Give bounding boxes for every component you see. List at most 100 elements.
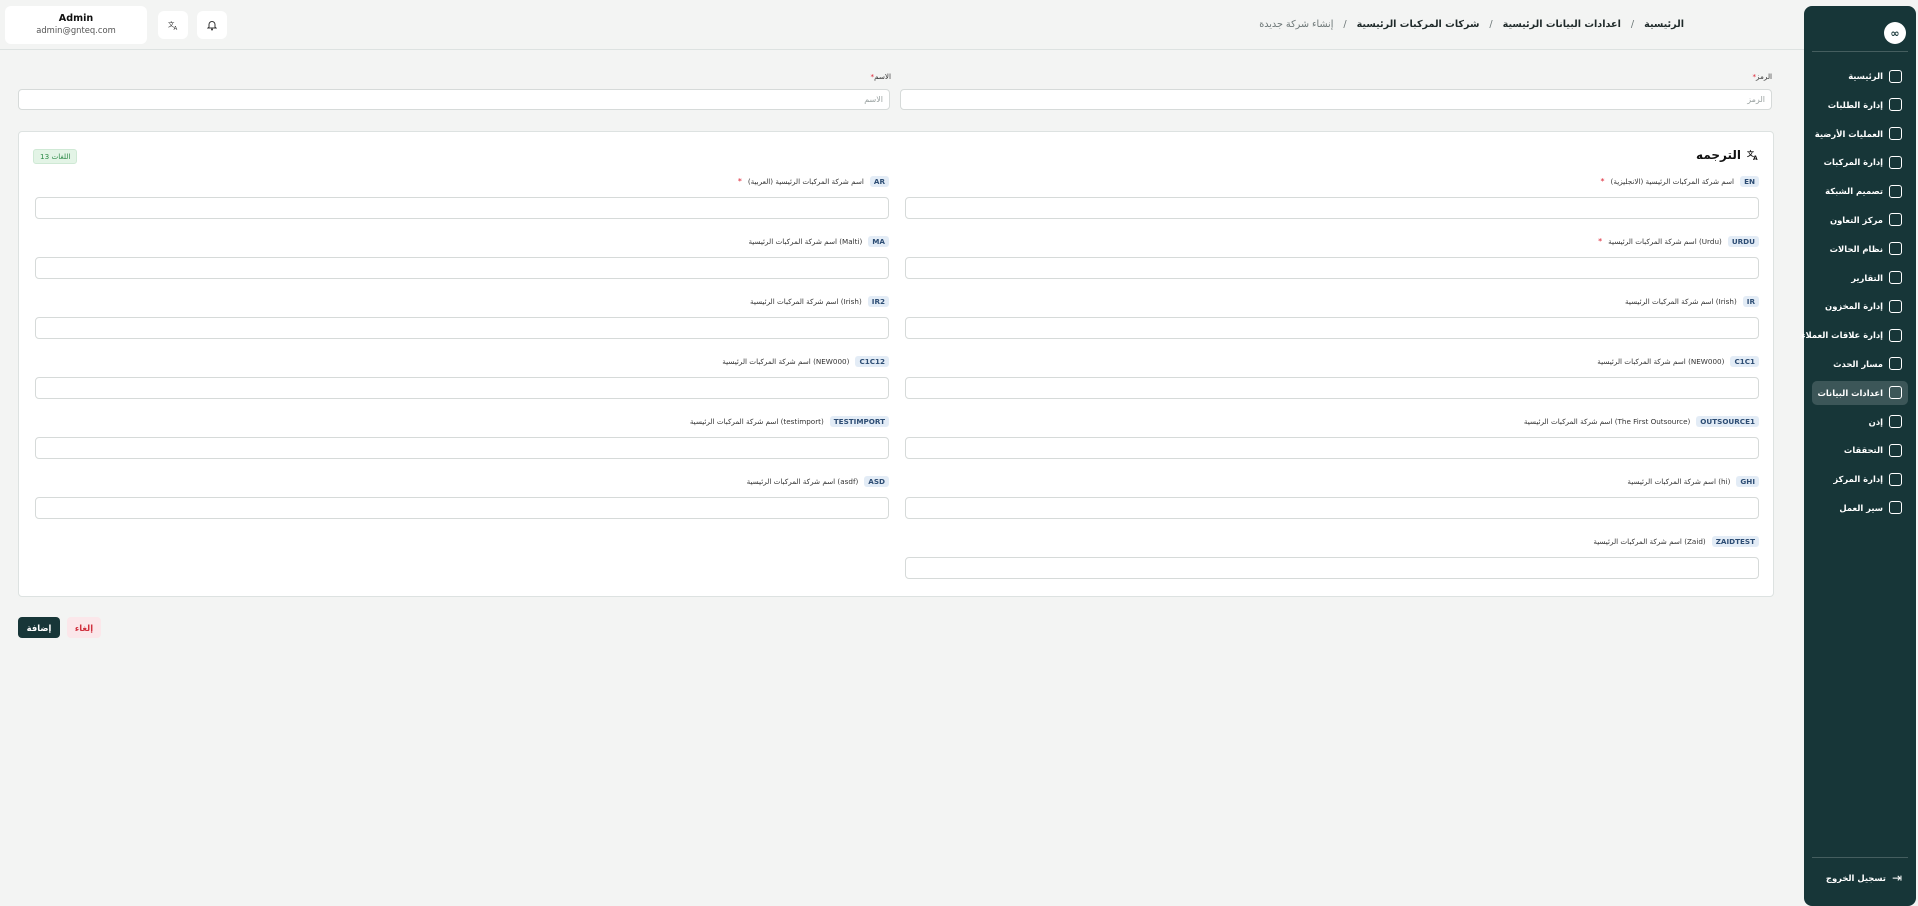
- language-badge: AR: [869, 175, 889, 187]
- sidebar-item-label: تصميم الشبكة: [1825, 186, 1883, 197]
- sidebar-item[interactable]: التقارير: [1812, 266, 1908, 290]
- orders-icon: [1889, 98, 1902, 112]
- required-marker: *: [1600, 176, 1605, 186]
- sidebar-item[interactable]: إدارة علاقات العملاء: [1801, 323, 1908, 347]
- required-marker: *: [737, 176, 742, 186]
- translation-title: 文A الترجمه: [1696, 148, 1758, 162]
- sidebar-item[interactable]: إدارة المركز: [1812, 467, 1908, 491]
- sidebar-item[interactable]: إدارة المخزون: [1812, 294, 1908, 318]
- translation-field-testimport: TESTIMPORT اسم شركة المركبات الرئيسية (t…: [35, 415, 889, 459]
- language-badge: C1C1: [1730, 355, 1759, 367]
- workflow-icon: [1889, 501, 1902, 515]
- sidebar-item[interactable]: العمليات الأرضية: [1812, 122, 1908, 146]
- translation-field-ar: AR اسم شركة المركبات الرئيسية (العربية) …: [35, 175, 889, 219]
- sidebar-item[interactable]: الرئيسية: [1812, 64, 1908, 88]
- sidebar-item[interactable]: إدارة الطلبات: [1812, 93, 1908, 117]
- sidebar-item-label: مسار الحدث: [1833, 358, 1883, 369]
- sidebar-item[interactable]: تصميم الشبكة: [1812, 179, 1908, 203]
- translation-field-ir: IR اسم شركة المركبات الرئيسية (Irish): [905, 295, 1759, 339]
- translation-input-urdu[interactable]: [905, 257, 1759, 279]
- sidebar-item[interactable]: إذن: [1812, 410, 1908, 434]
- field-label: اسم شركة المركبات الرئيسية (asdf): [746, 476, 859, 486]
- sidebar-item-label: إدارة المخزون: [1825, 301, 1883, 312]
- breadcrumb-data-settings[interactable]: اعدادات البيانات الرئيسية: [1503, 19, 1621, 30]
- code-label: *الرمز: [1752, 72, 1772, 81]
- field-label: اسم شركة المركبات الرئيسية (NEW000): [1597, 356, 1725, 366]
- language-badge: OUTSOURCE1: [1696, 415, 1759, 427]
- logout-button[interactable]: ⇥ تسجيل الخروج: [1812, 866, 1908, 890]
- collab-icon: [1889, 213, 1902, 227]
- translation-input-asd[interactable]: [35, 497, 889, 519]
- sidebar-item-label: العمليات الأرضية: [1814, 128, 1883, 139]
- svg-text:A: A: [173, 26, 177, 31]
- code-input[interactable]: الرمز: [900, 89, 1772, 110]
- language-badge: MA: [868, 235, 889, 247]
- sidebar-item-label: اعدادات البيانات: [1817, 387, 1883, 398]
- logout-icon: ⇥: [1891, 871, 1902, 885]
- language-badge: EN: [1740, 175, 1759, 187]
- sidebar-nav: الرئيسية إدارة الطلبات العمليات الأرضية إدا…: [1801, 64, 1908, 525]
- validation-icon: [1889, 443, 1902, 457]
- translation-field-ma: MA اسم شركة المركبات الرئيسية (Malti): [35, 235, 889, 279]
- logo-icon[interactable]: ∞: [1884, 22, 1906, 44]
- translation-input-outsource1[interactable]: [905, 437, 1759, 459]
- translation-input-testimport[interactable]: [35, 437, 889, 459]
- add-button[interactable]: إضافة: [18, 617, 60, 638]
- sidebar-item[interactable]: إدارة المركبات: [1812, 150, 1908, 174]
- language-badge: GHI: [1736, 475, 1759, 487]
- translate-icon: 文A: [1747, 149, 1758, 161]
- crm-icon: [1889, 328, 1902, 342]
- breadcrumb-separator: /: [1489, 19, 1493, 30]
- sidebar-item[interactable]: نظام الحالات: [1812, 237, 1908, 261]
- translation-input-zaidtest[interactable]: [905, 557, 1759, 579]
- field-label: اسم شركة المركبات الرئيسية (Urdu): [1608, 236, 1722, 246]
- sidebar-item[interactable]: مركز التعاون: [1812, 208, 1908, 232]
- breadcrumb-separator: /: [1343, 19, 1347, 30]
- center-icon: [1889, 472, 1902, 486]
- sidebar-item[interactable]: سير العمل: [1812, 496, 1908, 520]
- translation-input-c1c1[interactable]: [905, 377, 1759, 399]
- translation-input-en[interactable]: [905, 197, 1759, 219]
- breadcrumb-home[interactable]: الرئيسية: [1644, 19, 1684, 30]
- user-card[interactable]: Admin admin@gnteq.com: [5, 6, 147, 44]
- translation-input-ghi[interactable]: [905, 497, 1759, 519]
- translate-icon[interactable]: 文A: [158, 11, 188, 39]
- status-icon: [1889, 242, 1902, 256]
- bell-icon[interactable]: [197, 11, 227, 39]
- translation-field-ghi: GHI اسم شركة المركبات الرئيسية (hi): [905, 475, 1759, 519]
- field-label: اسم شركة المركبات الرئيسية (Zaid): [1593, 536, 1706, 546]
- translation-input-ma[interactable]: [35, 257, 889, 279]
- reports-icon: [1889, 271, 1902, 285]
- translation-input-ar[interactable]: [35, 197, 889, 219]
- cancel-button[interactable]: إلغاء: [67, 617, 101, 638]
- field-label: اسم شركة المركبات الرئيسية (Irish): [749, 296, 862, 306]
- sidebar-item-label: سير العمل: [1839, 502, 1883, 513]
- translation-field-en: EN اسم شركة المركبات الرئيسية (الانجليزي…: [905, 175, 1759, 219]
- sidebar-item-label: الرئيسية: [1848, 71, 1883, 81]
- field-label: اسم شركة المركبات الرئيسية (العربية): [747, 176, 864, 186]
- translation-field-c1c12: C1C12 اسم شركة المركبات الرئيسية (NEW000…: [35, 355, 889, 399]
- sidebar-item[interactable]: اعدادات البيانات: [1812, 380, 1908, 405]
- translation-input-c1c12[interactable]: [35, 377, 889, 399]
- sidebar-item[interactable]: التحققات: [1812, 438, 1908, 462]
- name-input[interactable]: الاسم: [18, 89, 890, 110]
- truck-icon: [1889, 155, 1902, 169]
- field-label: اسم شركة المركبات الرئيسية (NEW000): [722, 356, 850, 366]
- language-badge: C1C12: [855, 355, 889, 367]
- breadcrumb-vehicle-companies[interactable]: شركات المركبات الرئيسية: [1357, 19, 1480, 30]
- translation-input-ir[interactable]: [905, 317, 1759, 339]
- language-badge: ASD: [864, 475, 889, 487]
- translation-field-c1c1: C1C1 اسم شركة المركبات الرئيسية (NEW000): [905, 355, 1759, 399]
- sidebar-item[interactable]: مسار الحدث: [1812, 352, 1908, 376]
- sidebar-item-label: التقارير: [1851, 272, 1883, 283]
- user-email: admin@gnteq.com: [36, 25, 116, 35]
- field-label: اسم شركة المركبات الرئيسية (الانجليزية): [1610, 176, 1735, 186]
- translation-input-ir2[interactable]: [35, 317, 889, 339]
- required-marker: *: [1598, 236, 1603, 246]
- language-badge: ZAIDTEST: [1711, 535, 1759, 547]
- language-badge: URDU: [1727, 235, 1759, 247]
- database-icon: [1889, 386, 1902, 400]
- sidebar-item-label: إدارة المركبات: [1823, 157, 1883, 168]
- translation-field-zaidtest: ZAIDTEST اسم شركة المركبات الرئيسية (Zai…: [905, 535, 1759, 579]
- sidebar-item-label: إدارة المركز: [1833, 474, 1883, 485]
